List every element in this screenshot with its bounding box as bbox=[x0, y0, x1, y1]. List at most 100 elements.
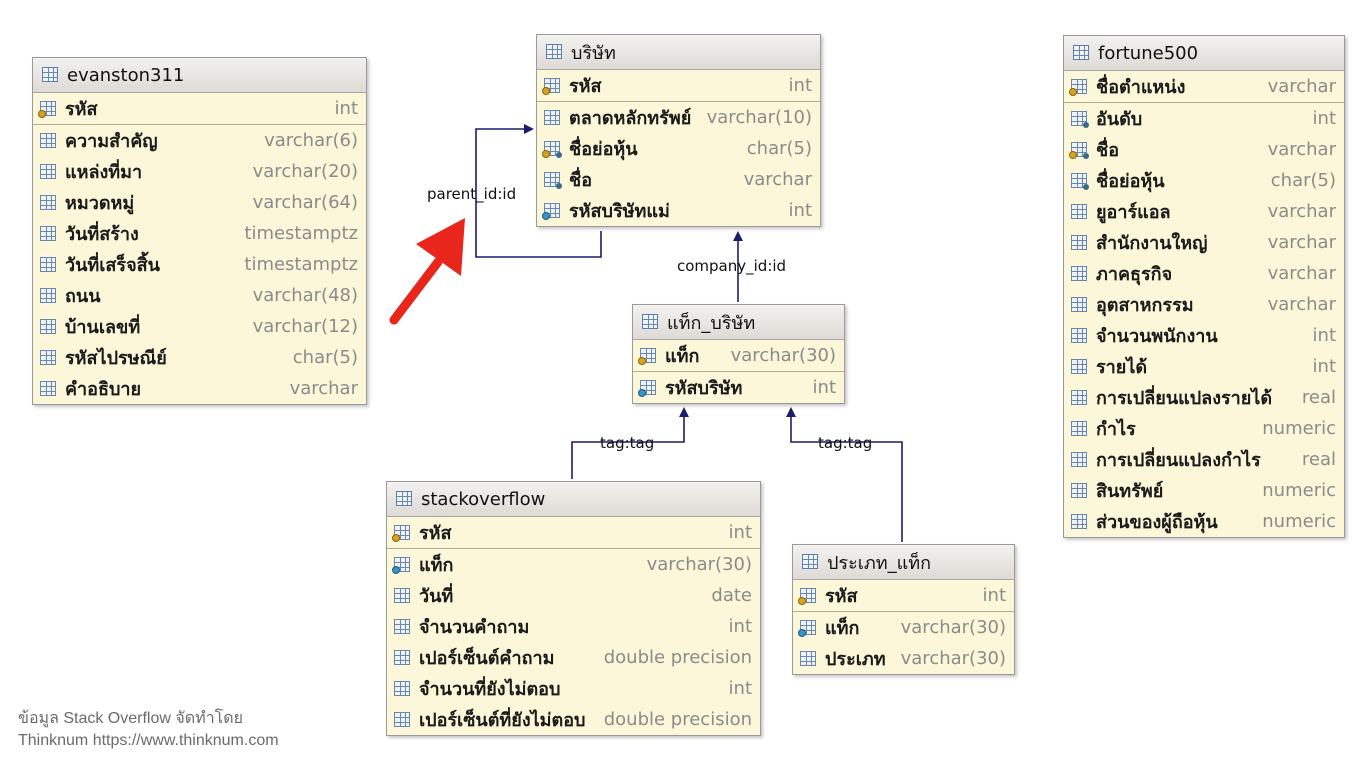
table-name: แท็ก_บริษัท bbox=[667, 312, 756, 334]
column-row[interactable]: ประเภท varchar(30) bbox=[793, 643, 1014, 674]
column-row[interactable]: วันที่ date bbox=[387, 580, 760, 611]
column-row[interactable]: รหัส int bbox=[387, 517, 760, 549]
table-name: ประเภท_แท็ก bbox=[827, 552, 932, 574]
column-row[interactable]: รหัส int bbox=[537, 70, 820, 102]
column-type: double precision bbox=[603, 647, 752, 668]
table-company[interactable]: บริษัท รหัส int ตลาดหลักทรัพย์ varchar(10) ชื… bbox=[536, 34, 821, 227]
table-name: บริษัท bbox=[571, 42, 616, 64]
column-row[interactable]: ตลาดหลักทรัพย์ varchar(10) bbox=[537, 102, 820, 133]
column-type: varchar bbox=[1267, 139, 1336, 160]
column-row[interactable]: กำไร numeric bbox=[1064, 413, 1344, 444]
column-name: แท็ก bbox=[419, 555, 454, 576]
column-row[interactable]: อุตสาหกรรม varchar bbox=[1064, 289, 1344, 320]
column-row[interactable]: รหัสบริษัทแม่ int bbox=[537, 195, 820, 226]
column-name: วันที่เสร็จสิ้น bbox=[65, 255, 160, 276]
column-name: การเปลี่ยนแปลงกำไร bbox=[1096, 450, 1261, 471]
table-header[interactable]: evanston311 bbox=[33, 58, 366, 93]
table-header[interactable]: บริษัท bbox=[537, 35, 820, 70]
column-name: ภาคธุรกิจ bbox=[1096, 264, 1173, 285]
column-row[interactable]: แท็ก varchar(30) bbox=[633, 340, 844, 372]
relation-label-company: company_id:id bbox=[677, 257, 787, 275]
credit-line-1: ข้อมูล Stack Overflow จัดทำโดย bbox=[18, 710, 244, 727]
table-tag-type[interactable]: ประเภท_แท็กรหัส int แท็ก varchar(30) ประเภท v… bbox=[792, 544, 1015, 675]
column-row[interactable]: คำอธิบาย varchar bbox=[33, 373, 366, 404]
column-type: numeric bbox=[1262, 418, 1336, 439]
column-row[interactable]: แท็ก varchar(30) bbox=[387, 549, 760, 580]
column-type: varchar bbox=[1267, 232, 1336, 253]
column-row[interactable]: ภาคธุรกิจ varchar bbox=[1064, 258, 1344, 289]
column-row[interactable]: ชื่อตำแหน่ง varchar bbox=[1064, 71, 1344, 103]
table-tag-company[interactable]: แท็ก_บริษัทแท็ก varchar(30) รหัสบริษัท int bbox=[632, 304, 845, 404]
table-icon bbox=[641, 313, 661, 331]
column-row[interactable]: รหัส int bbox=[793, 580, 1014, 612]
column-row[interactable]: จำนวนที่ยังไม่ตอบ int bbox=[387, 673, 760, 704]
column-row[interactable]: หมวดหมู่ varchar(64) bbox=[33, 187, 366, 218]
column-row[interactable]: วันที่เสร็จสิ้น timestamptz bbox=[33, 249, 366, 280]
column-row[interactable]: ชื่อย่อหุ้น char(5) bbox=[537, 133, 820, 164]
column-icon bbox=[39, 132, 59, 150]
column-row[interactable]: ชื่อย่อหุ้น char(5) bbox=[1064, 165, 1344, 196]
column-type: varchar(30) bbox=[646, 554, 752, 575]
table-name: evanston311 bbox=[67, 64, 185, 86]
column-row[interactable]: จำนวนพนักงาน int bbox=[1064, 320, 1344, 351]
column-name: จำนวนคำถาม bbox=[419, 617, 530, 638]
column-type: numeric bbox=[1262, 480, 1336, 501]
column-icon bbox=[1070, 420, 1090, 438]
column-icon bbox=[1070, 451, 1090, 469]
column-name: รหัส bbox=[65, 99, 98, 120]
column-row[interactable]: ชื่อ varchar bbox=[1064, 134, 1344, 165]
column-icon bbox=[39, 225, 59, 243]
relation-line-tag-right bbox=[786, 407, 903, 542]
column-row[interactable]: แท็ก varchar(30) bbox=[793, 612, 1014, 643]
column-row[interactable]: การเปลี่ยนแปลงกำไร real bbox=[1064, 444, 1344, 475]
column-name: รหัส bbox=[569, 76, 602, 97]
column-row[interactable]: รหัสบริษัท int bbox=[633, 372, 844, 403]
column-row[interactable]: วันที่สร้าง timestamptz bbox=[33, 218, 366, 249]
table-header[interactable]: stackoverflow bbox=[387, 482, 760, 517]
column-type: int bbox=[788, 75, 812, 96]
column-name: จำนวนพนักงาน bbox=[1096, 326, 1218, 347]
column-row[interactable]: รหัสไปรษณีย์ char(5) bbox=[33, 342, 366, 373]
table-stackoverflow[interactable]: stackoverflow รหัส int แท็ก varchar(30) วันที… bbox=[386, 481, 761, 736]
column-row[interactable]: ส่วนของผู้ถือหุ้น numeric bbox=[1064, 506, 1344, 537]
column-icon bbox=[39, 287, 59, 305]
credit-line-2: Thinknum https://www.thinknum.com bbox=[18, 732, 279, 749]
column-name: ยูอาร์แอล bbox=[1096, 202, 1171, 223]
foreign-key-icon bbox=[798, 619, 819, 637]
column-row[interactable]: จำนวนคำถาม int bbox=[387, 611, 760, 642]
column-type: varchar(10) bbox=[706, 107, 812, 128]
annotation-arrow-icon bbox=[389, 218, 465, 325]
table-icon bbox=[545, 43, 565, 61]
column-type: varchar bbox=[289, 378, 358, 399]
column-row[interactable]: ถนน varchar(48) bbox=[33, 280, 366, 311]
column-icon bbox=[1070, 327, 1090, 345]
column-type: int bbox=[334, 98, 358, 119]
column-row[interactable]: ความสำคัญ varchar(6) bbox=[33, 125, 366, 156]
table-header[interactable]: ประเภท_แท็ก bbox=[793, 545, 1014, 580]
table-header[interactable]: fortune500 bbox=[1064, 36, 1344, 71]
column-icon bbox=[1070, 234, 1090, 252]
table-header[interactable]: แท็ก_บริษัท bbox=[633, 305, 844, 340]
column-icon bbox=[39, 256, 59, 274]
column-row[interactable]: ชื่อ varchar bbox=[537, 164, 820, 195]
column-row[interactable]: เปอร์เซ็นต์ที่ยังไม่ตอบ double precision bbox=[387, 704, 760, 735]
column-row[interactable]: บ้านเลขที่ varchar(12) bbox=[33, 311, 366, 342]
column-name: สำนักงานใหญ่ bbox=[1096, 233, 1208, 254]
column-type: varchar(6) bbox=[264, 130, 358, 151]
column-row[interactable]: แหล่งที่มา varchar(20) bbox=[33, 156, 366, 187]
table-fortune500[interactable]: fortune500 ชื่อตำแหน่ง varchar อันดับ int ชื่… bbox=[1063, 35, 1345, 538]
column-type: varchar(30) bbox=[900, 617, 1006, 638]
column-row[interactable]: รายได้ int bbox=[1064, 351, 1344, 382]
column-row[interactable]: รหัส int bbox=[33, 93, 366, 125]
table-icon bbox=[1072, 44, 1092, 62]
column-icon bbox=[1070, 296, 1090, 314]
table-icon bbox=[801, 553, 821, 571]
column-row[interactable]: ยูอาร์แอล varchar bbox=[1064, 196, 1344, 227]
column-row[interactable]: สำนักงานใหญ่ varchar bbox=[1064, 227, 1344, 258]
column-row[interactable]: สินทรัพย์ numeric bbox=[1064, 475, 1344, 506]
column-type: int bbox=[1312, 325, 1336, 346]
column-row[interactable]: การเปลี่ยนแปลงรายได้ real bbox=[1064, 382, 1344, 413]
column-row[interactable]: อันดับ int bbox=[1064, 103, 1344, 134]
column-row[interactable]: เปอร์เซ็นต์คำถาม double precision bbox=[387, 642, 760, 673]
table-evanston311[interactable]: evanston311 รหัส int ความสำคัญ varchar(6) แหล… bbox=[32, 57, 367, 405]
